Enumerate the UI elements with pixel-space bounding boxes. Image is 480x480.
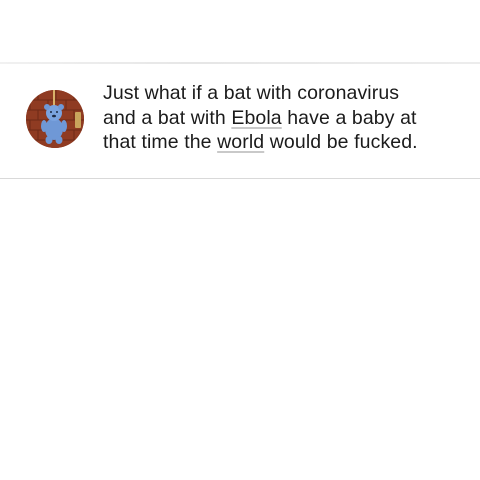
ebola-link[interactable]: Ebola [231,107,281,129]
comment-line-3-start: that time the [103,131,218,153]
comment-line-3-end: would be fucked. [264,131,418,153]
comment-item: Just what if a bat with coronavirus and … [0,64,480,178]
comment-text: Just what if a bat with coronavirus and … [103,81,473,155]
comment-line-1: Just what if a bat with coronavirus [103,82,400,104]
comment-line-2-end: have a baby at [281,106,417,129]
comment-thread: Just what if a bat with coronavirus and … [0,0,480,480]
comment-line-2-start: and a bat with [103,106,232,129]
profile-avatar-icon[interactable] [26,90,84,148]
world-link[interactable]: world [217,131,264,153]
bottom-divider [0,178,480,179]
